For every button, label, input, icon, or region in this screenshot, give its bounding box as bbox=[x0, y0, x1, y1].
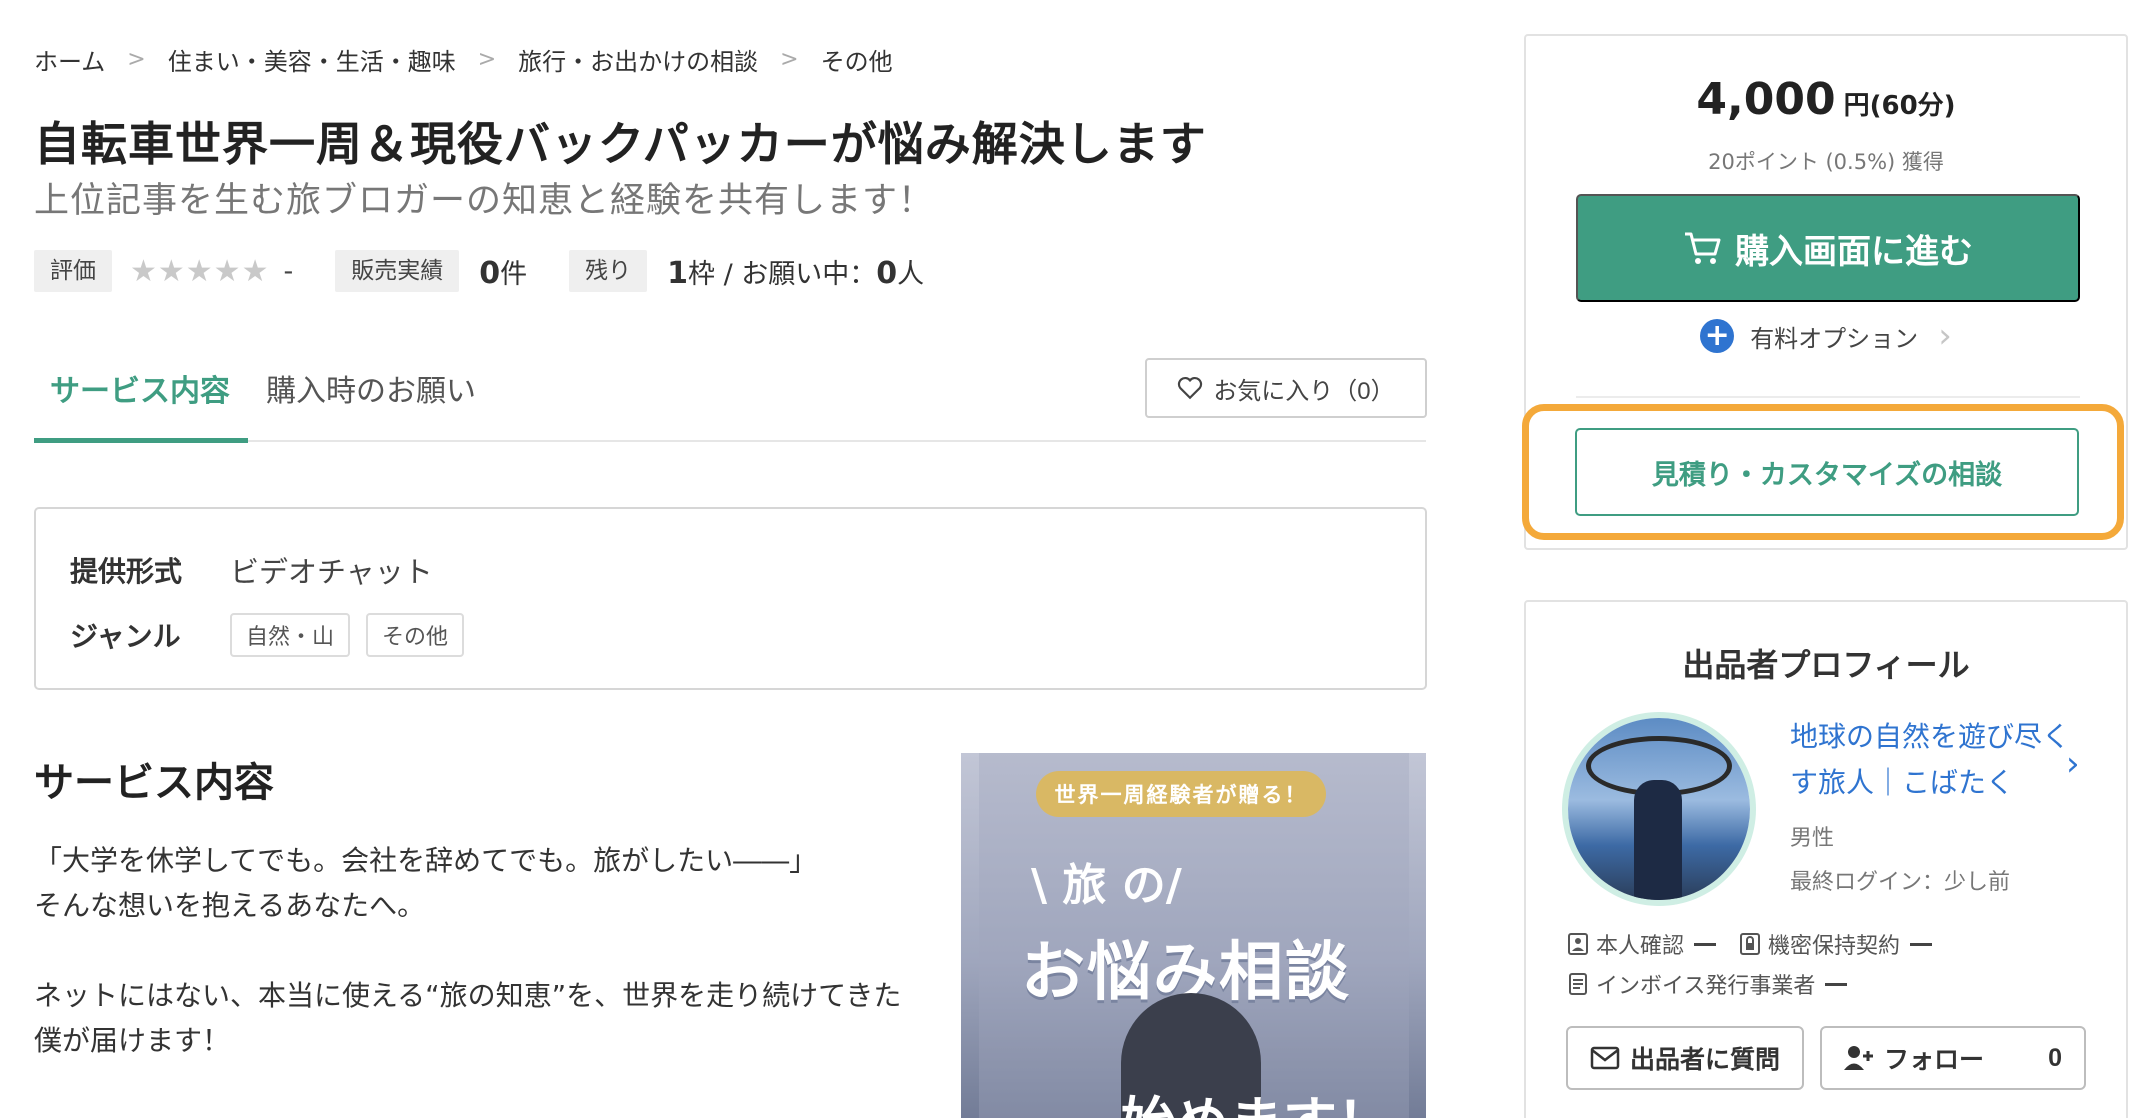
description-line: そんな想いを抱えるあなたへ。 bbox=[34, 889, 426, 922]
service-description: 「大学を休学してでも。会社を辞めてでも。旅がしたい――」 そんな想いを抱えるあな… bbox=[34, 838, 934, 1063]
genre-label: ジャンル bbox=[70, 620, 181, 653]
breadcrumb-travel[interactable]: 旅行・お出かけの相談 bbox=[518, 42, 758, 77]
badge-nda-label: 機密保持契約 bbox=[1768, 934, 1901, 959]
active-tab-indicator bbox=[34, 438, 248, 443]
favorite-label: お気に入り（0） bbox=[1213, 377, 1395, 405]
proceed-to-purchase-button[interactable]: 購入画面に進む bbox=[1576, 194, 2080, 302]
breadcrumb-home[interactable]: ホーム bbox=[34, 42, 105, 77]
badge-row: 本人確認 機密保持契約 bbox=[1568, 924, 1956, 964]
service-info-box: 提供形式 ビデオチャット ジャンル 自然・山 その他 bbox=[34, 507, 1427, 690]
badge-dash bbox=[1910, 942, 1933, 946]
description-line: 僕が届けます！ bbox=[34, 1024, 231, 1057]
price: 4,000 円(60分) bbox=[1526, 74, 2126, 125]
seller-gender: 男性 bbox=[1790, 826, 1835, 851]
badge-dash bbox=[1694, 942, 1717, 946]
divider bbox=[1576, 396, 2080, 398]
tab-service-details[interactable]: サービス内容 bbox=[50, 366, 230, 410]
breadcrumb: ホーム > 住まい・美容・生活・趣味 > 旅行・お出かけの相談 > その他 bbox=[34, 42, 893, 77]
badge-invoice-label: インボイス発行事業者 bbox=[1596, 974, 1816, 999]
remaining-label: 残り bbox=[569, 250, 648, 292]
sales-value: 0 bbox=[479, 255, 501, 291]
genre-row: ジャンル 自然・山 その他 bbox=[70, 613, 480, 657]
paid-options-link[interactable]: + 有料オプション › bbox=[1526, 316, 2126, 356]
mail-icon bbox=[1590, 1046, 1620, 1070]
description-line: ネットにはない、本当に使える“旅の知恵”を、世界を走り続けてきた bbox=[34, 979, 902, 1012]
lock-icon bbox=[1740, 933, 1761, 955]
description-line: 「大学を休学してでも。会社を辞めてでも。旅がしたい――」 bbox=[34, 844, 818, 877]
format-row: 提供形式 ビデオチャット bbox=[70, 549, 433, 591]
chevron-right-icon: > bbox=[780, 47, 799, 72]
quote-customize-button[interactable]: 見積り・カスタマイズの相談 bbox=[1575, 428, 2079, 516]
genre-tag-nature[interactable]: 自然・山 bbox=[230, 613, 351, 657]
sales-unit: 件 bbox=[500, 258, 528, 290]
seller-avatar[interactable] bbox=[1568, 718, 1750, 900]
badge-dash bbox=[1825, 982, 1848, 986]
badge-identity: 本人確認 bbox=[1568, 928, 1717, 960]
follow-label: フォロー bbox=[1884, 1046, 1985, 1074]
format-value: ビデオチャット bbox=[230, 555, 433, 589]
promo-banner: 世界一周経験者が贈る！ bbox=[1036, 771, 1326, 817]
ask-seller-button[interactable]: 出品者に質問 bbox=[1566, 1026, 1804, 1090]
rating-value: - bbox=[283, 255, 294, 287]
price-amount: 4,000 bbox=[1696, 74, 1836, 125]
remaining-count: 1枠 / お願い中：0人 bbox=[667, 252, 924, 291]
remaining-text: 枠 / お願い中： bbox=[687, 258, 877, 290]
page-title: 自転車世界一周＆現役バックパッカーが悩み解決します bbox=[34, 117, 1207, 171]
follow-button-left: フォロー bbox=[1844, 1040, 1984, 1076]
promo-bottom: 始めます！ bbox=[1121, 1078, 1391, 1118]
user-icon bbox=[1568, 933, 1588, 955]
badge-identity-label: 本人確認 bbox=[1596, 934, 1685, 959]
sales-label: 販売実績 bbox=[335, 250, 460, 292]
seller-badges: 本人確認 機密保持契約 インボイス発行事業者 bbox=[1568, 924, 1956, 1004]
seller-last-login: 最終ログイン：少し前 bbox=[1790, 870, 2011, 895]
section-title: サービス内容 bbox=[34, 760, 274, 806]
plus-icon: + bbox=[1700, 319, 1735, 353]
breadcrumb-other[interactable]: その他 bbox=[821, 42, 893, 77]
option-label: 有料オプション bbox=[1750, 324, 1919, 353]
requesting-value: 0 bbox=[876, 255, 898, 291]
chevron-right-icon: > bbox=[477, 47, 497, 72]
sales-count: 0件 bbox=[479, 252, 527, 291]
heart-icon bbox=[1178, 376, 1203, 400]
ask-label: 出品者に質問 bbox=[1629, 1046, 1780, 1074]
requesting-unit: 人 bbox=[897, 258, 925, 290]
follow-count: 0 bbox=[2048, 1043, 2062, 1072]
document-icon bbox=[1569, 973, 1587, 995]
genre-tag-other[interactable]: その他 bbox=[366, 613, 465, 657]
seller-name-link[interactable]: 地球の自然を遊び尽くす旅人｜こばたく bbox=[1790, 714, 2080, 806]
remaining-value: 1 bbox=[667, 255, 688, 291]
seller-profile-card: 出品者プロフィール 地球の自然を遊び尽くす旅人｜こばたく › 男性 最終ログイン… bbox=[1524, 600, 2128, 1118]
chevron-right-icon: › bbox=[1938, 316, 1952, 356]
service-meta: 評価 ★★★★★ - 販売実績 0件 残り 1枠 / お願い中：0人 bbox=[34, 250, 966, 292]
points-earned: 20ポイント (0.5%) 獲得 bbox=[1708, 150, 1944, 174]
breadcrumb-lifestyle[interactable]: 住まい・美容・生活・趣味 bbox=[168, 42, 456, 77]
favorite-button[interactable]: お気に入り（0） bbox=[1145, 358, 1427, 418]
buy-label: 購入画面に進む bbox=[1735, 232, 1973, 271]
promo-tabi: \ 旅 の/ bbox=[1031, 860, 1182, 911]
badge-invoice: インボイス発行事業者 bbox=[1568, 968, 1848, 1000]
price-unit: 円(60分) bbox=[1843, 91, 1956, 121]
follow-button[interactable]: フォロー 0 bbox=[1820, 1026, 2086, 1090]
avatar-figure bbox=[1634, 780, 1682, 900]
page-subtitle: 上位記事を生む旅ブロガーの知恵と経験を共有します！ bbox=[34, 181, 935, 221]
badge-row: インボイス発行事業者 bbox=[1568, 964, 1956, 1004]
service-image[interactable]: 世界一周経験者が贈る！ \ 旅 の/ お悩み相談 始めます！ bbox=[961, 753, 1426, 1118]
rating-stars-icon: ★★★★★ bbox=[130, 253, 270, 289]
profile-title: 出品者プロフィール bbox=[1682, 646, 1970, 684]
tab-purchase-requests[interactable]: 購入時のお願い bbox=[266, 366, 476, 410]
chevron-right-icon[interactable]: › bbox=[2066, 744, 2080, 784]
badge-nda: 機密保持契約 bbox=[1740, 928, 1933, 960]
chevron-right-icon: > bbox=[127, 47, 146, 72]
rating-label: 評価 bbox=[34, 250, 112, 292]
cart-icon bbox=[1685, 232, 1721, 264]
format-label: 提供形式 bbox=[70, 555, 183, 588]
user-plus-icon bbox=[1844, 1046, 1873, 1070]
